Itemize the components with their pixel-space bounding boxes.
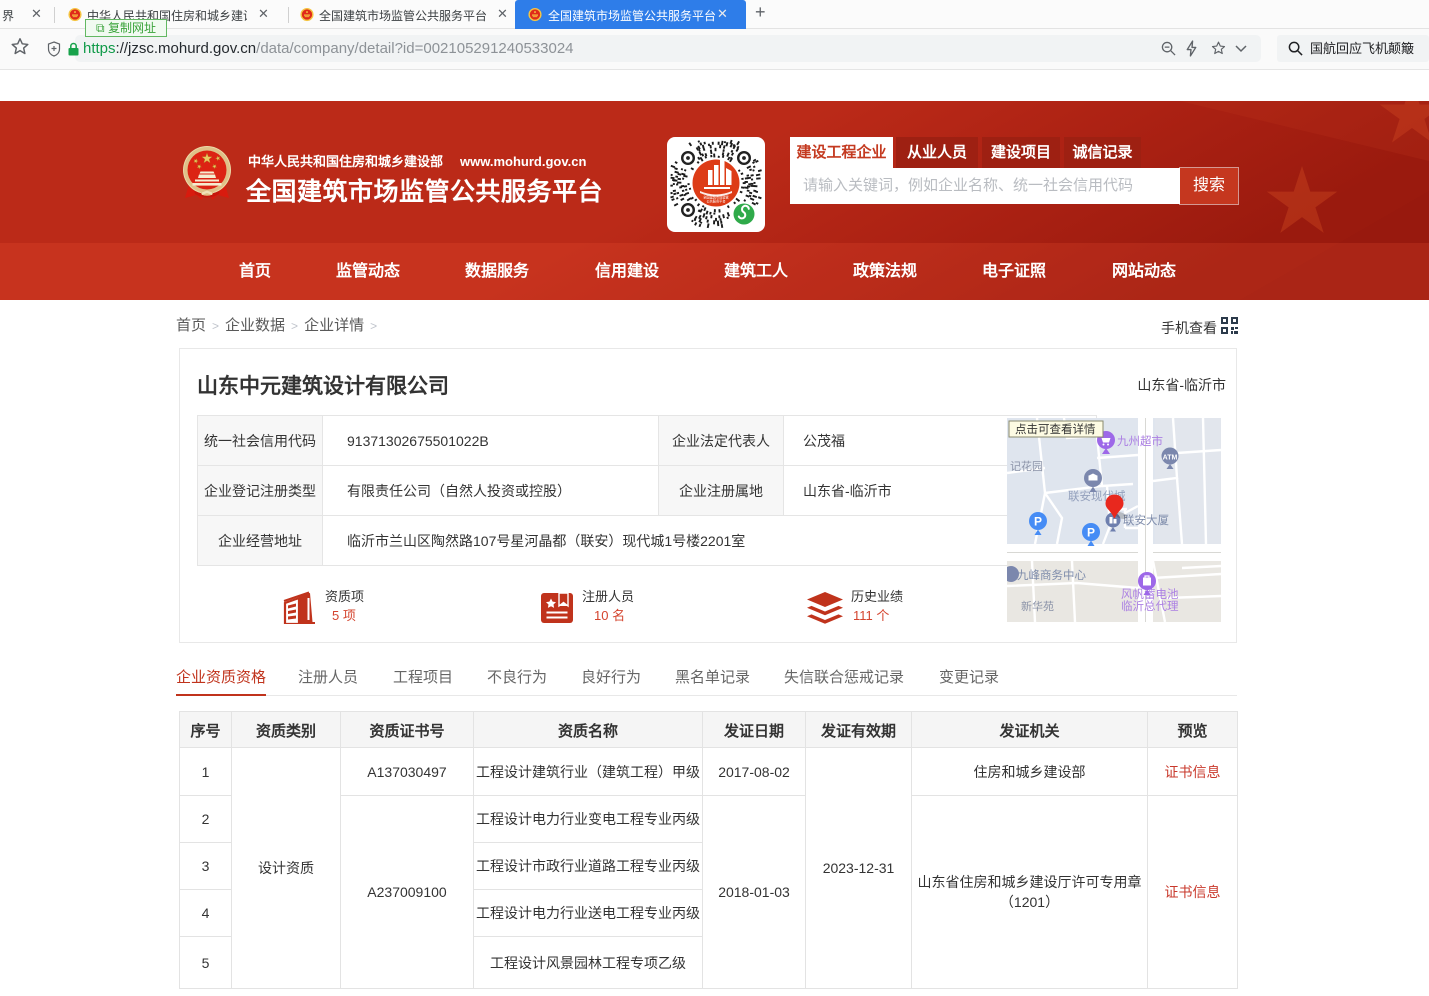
- svg-text:记花园: 记花园: [1010, 460, 1043, 473]
- svg-text:九峰商务中心: 九峰商务中心: [1017, 568, 1086, 582]
- svg-text:ATM: ATM: [1163, 455, 1178, 462]
- svg-text:点击可查看详情: 点击可查看详情: [1015, 422, 1096, 436]
- svg-text:P: P: [1087, 526, 1095, 540]
- svg-text:九州超市: 九州超市: [1117, 434, 1163, 448]
- svg-text:公共服务平台: 公共服务平台: [706, 199, 725, 204]
- svg-text:新华苑: 新华苑: [1021, 599, 1054, 613]
- svg-text:P: P: [1034, 515, 1042, 529]
- svg-text:联安大厦: 联安大厦: [1123, 513, 1169, 527]
- svg-text:临沂总代理: 临沂总代理: [1121, 599, 1179, 613]
